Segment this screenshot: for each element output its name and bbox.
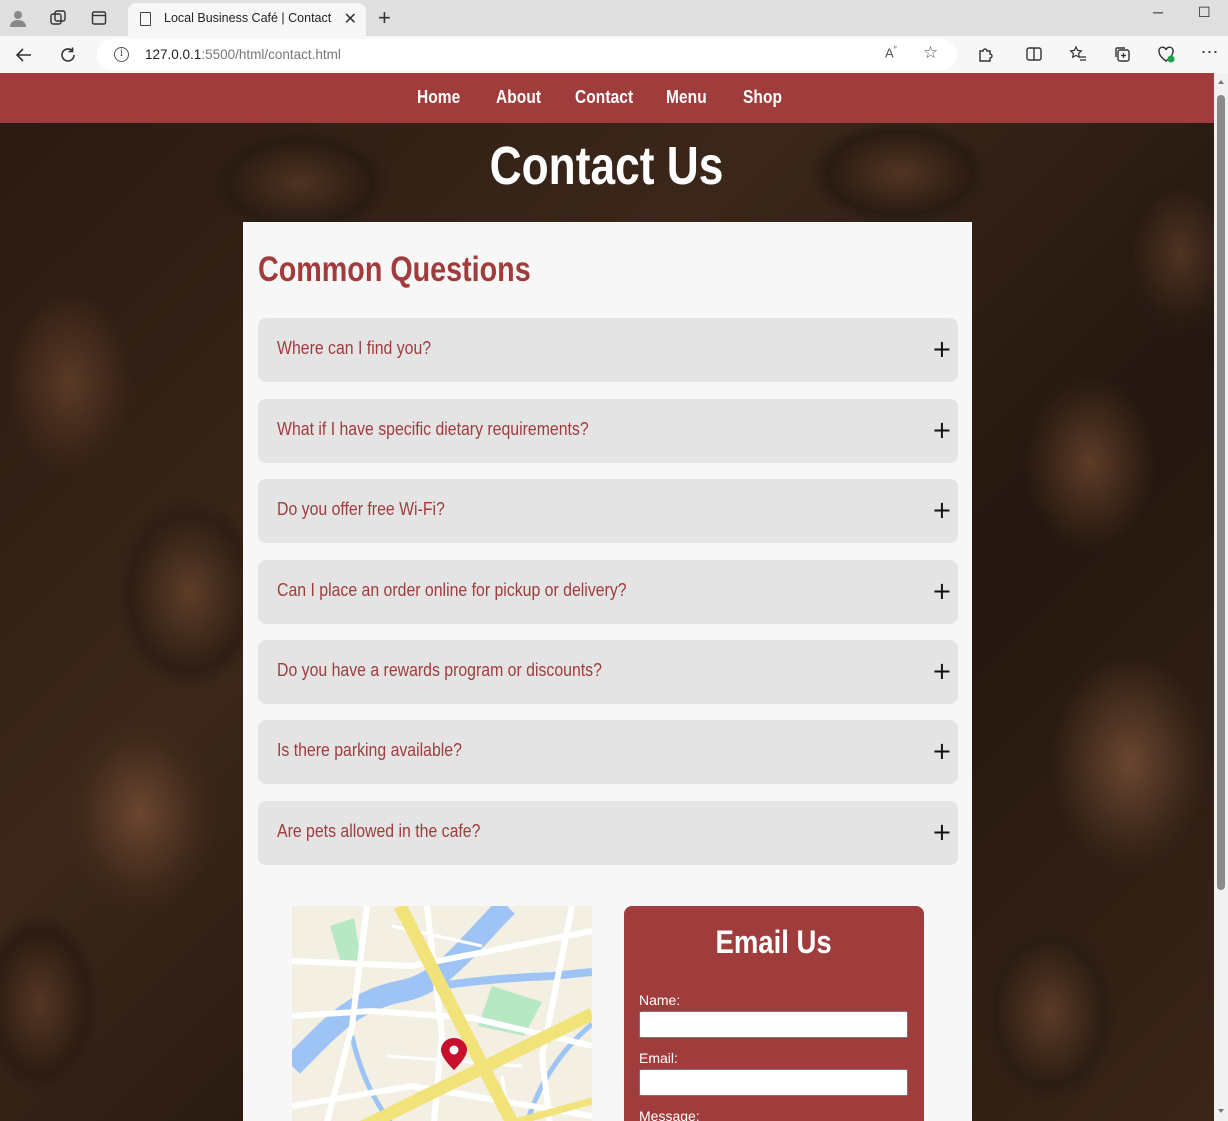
address-bar-row: i 127.0.0.1:5500/html/contact.html Aꞌꞌ ☆… <box>0 36 1228 73</box>
faq-item[interactable]: Are pets allowed in the cafe? + <box>258 801 958 865</box>
page-icon <box>140 12 151 26</box>
faq-question: Are pets allowed in the cafe? <box>277 821 481 841</box>
expand-plus-icon[interactable]: + <box>932 418 952 442</box>
email-label: Email: <box>639 1050 678 1066</box>
email-input[interactable] <box>639 1069 908 1096</box>
expand-plus-icon[interactable]: + <box>932 820 952 844</box>
faq-item[interactable]: Do you offer free Wi-Fi? + <box>258 479 958 543</box>
read-aloud-icon[interactable]: Aꞌꞌ <box>885 45 897 60</box>
close-tab-icon[interactable]: ✕ <box>344 9 357 29</box>
page-title: Contact Us <box>0 135 1214 197</box>
page-viewport: Home About Contact Menu Shop Contact Us … <box>0 73 1214 1121</box>
url-path: :5500/html/contact.html <box>201 47 341 62</box>
tab-title: Local Business Café | Contact <box>164 11 332 25</box>
faq-item[interactable]: Where can I find you? + <box>258 318 958 382</box>
profile-icon[interactable] <box>7 7 29 29</box>
message-label: Message: <box>639 1108 700 1121</box>
browser-tab-bar: Local Business Café | Contact ✕ + ─ ☐ <box>0 0 1228 36</box>
site-navbar: Home About Contact Menu Shop <box>0 73 1214 123</box>
scroll-down-arrow-icon[interactable] <box>1218 1109 1224 1113</box>
expand-plus-icon[interactable]: + <box>932 498 952 522</box>
faq-item[interactable]: Is there parking available? + <box>258 720 958 784</box>
minimize-icon[interactable]: ─ <box>1153 4 1163 20</box>
faq-question: What if I have specific dietary requirem… <box>277 419 589 439</box>
faq-item[interactable]: Do you have a rewards program or discoun… <box>258 640 958 704</box>
nav-menu[interactable]: Menu <box>666 87 707 108</box>
expand-plus-icon[interactable]: + <box>932 659 952 683</box>
page-scrollbar[interactable] <box>1214 73 1228 1121</box>
content-card: Common Questions Where can I find you? +… <box>243 222 972 1121</box>
nav-shop[interactable]: Shop <box>743 87 782 108</box>
maximize-icon[interactable]: ☐ <box>1198 4 1211 21</box>
expand-plus-icon[interactable]: + <box>932 337 952 361</box>
extensions-icon[interactable] <box>975 43 997 65</box>
workspaces-icon[interactable] <box>47 7 69 29</box>
faq-question: Do you offer free Wi-Fi? <box>277 499 445 519</box>
faq-question: Where can I find you? <box>277 338 432 358</box>
faq-question: Is there parking available? <box>277 740 462 760</box>
split-screen-icon[interactable] <box>1023 43 1045 65</box>
refresh-icon[interactable] <box>55 42 81 68</box>
browser-essentials-icon[interactable] <box>1155 43 1177 65</box>
expand-plus-icon[interactable]: + <box>932 579 952 603</box>
faq-question: Do you have a rewards program or discoun… <box>277 660 602 680</box>
favorite-star-icon[interactable]: ☆ <box>923 43 938 63</box>
scroll-up-arrow-icon[interactable] <box>1218 80 1224 84</box>
more-options-icon[interactable]: ⋯ <box>1199 41 1221 63</box>
faq-question: Can I place an order online for pickup o… <box>277 580 627 600</box>
email-form-title: Email Us <box>624 924 924 961</box>
site-info-icon[interactable]: i <box>114 47 129 62</box>
expand-plus-icon[interactable]: + <box>932 739 952 763</box>
url-text: 127.0.0.1:5500/html/contact.html <box>145 47 341 62</box>
collections-icon[interactable] <box>1111 43 1133 65</box>
page-title-text: Contact Us <box>490 136 724 196</box>
url-host: 127.0.0.1 <box>145 47 202 62</box>
url-field[interactable]: i 127.0.0.1:5500/html/contact.html Aꞌꞌ ☆ <box>97 39 957 70</box>
name-label: Name: <box>639 992 681 1008</box>
name-input[interactable] <box>639 1011 908 1038</box>
location-map[interactable] <box>292 906 592 1121</box>
email-form-title-text: Email Us <box>715 924 833 960</box>
tab-actions-icon[interactable] <box>88 7 110 29</box>
nav-contact[interactable]: Contact <box>575 87 633 108</box>
faq-item[interactable]: Can I place an order online for pickup o… <box>258 560 958 624</box>
browser-tab[interactable]: Local Business Café | Contact ✕ <box>128 3 366 36</box>
scrollbar-thumb[interactable] <box>1217 95 1225 890</box>
back-icon[interactable] <box>11 42 37 68</box>
favorites-icon[interactable] <box>1067 43 1089 65</box>
map-graphic <box>292 906 592 1121</box>
nav-home[interactable]: Home <box>417 87 460 108</box>
faq-heading: Common Questions <box>258 250 531 289</box>
nav-about[interactable]: About <box>496 87 541 108</box>
new-tab-icon[interactable]: + <box>378 5 391 31</box>
faq-item[interactable]: What if I have specific dietary requirem… <box>258 399 958 463</box>
email-form: Email Us Name: Email: Message: <box>624 906 924 1121</box>
